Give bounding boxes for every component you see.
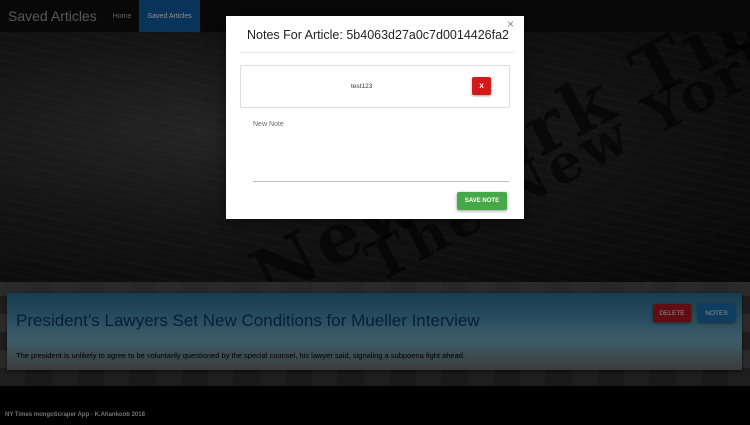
close-icon[interactable]: × (507, 17, 514, 31)
note-item: test123 X (240, 65, 510, 108)
modal-divider (240, 52, 514, 53)
notes-modal: Notes For Article: 5b4063d27a0c7d0014426… (226, 16, 524, 219)
delete-note-button[interactable]: X (472, 77, 491, 95)
new-note-input[interactable] (253, 121, 509, 182)
save-note-button[interactable]: SAVE NOTE (457, 192, 507, 210)
modal-title: Notes For Article: 5b4063d27a0c7d0014426… (247, 28, 509, 42)
note-text: test123 (351, 83, 373, 90)
